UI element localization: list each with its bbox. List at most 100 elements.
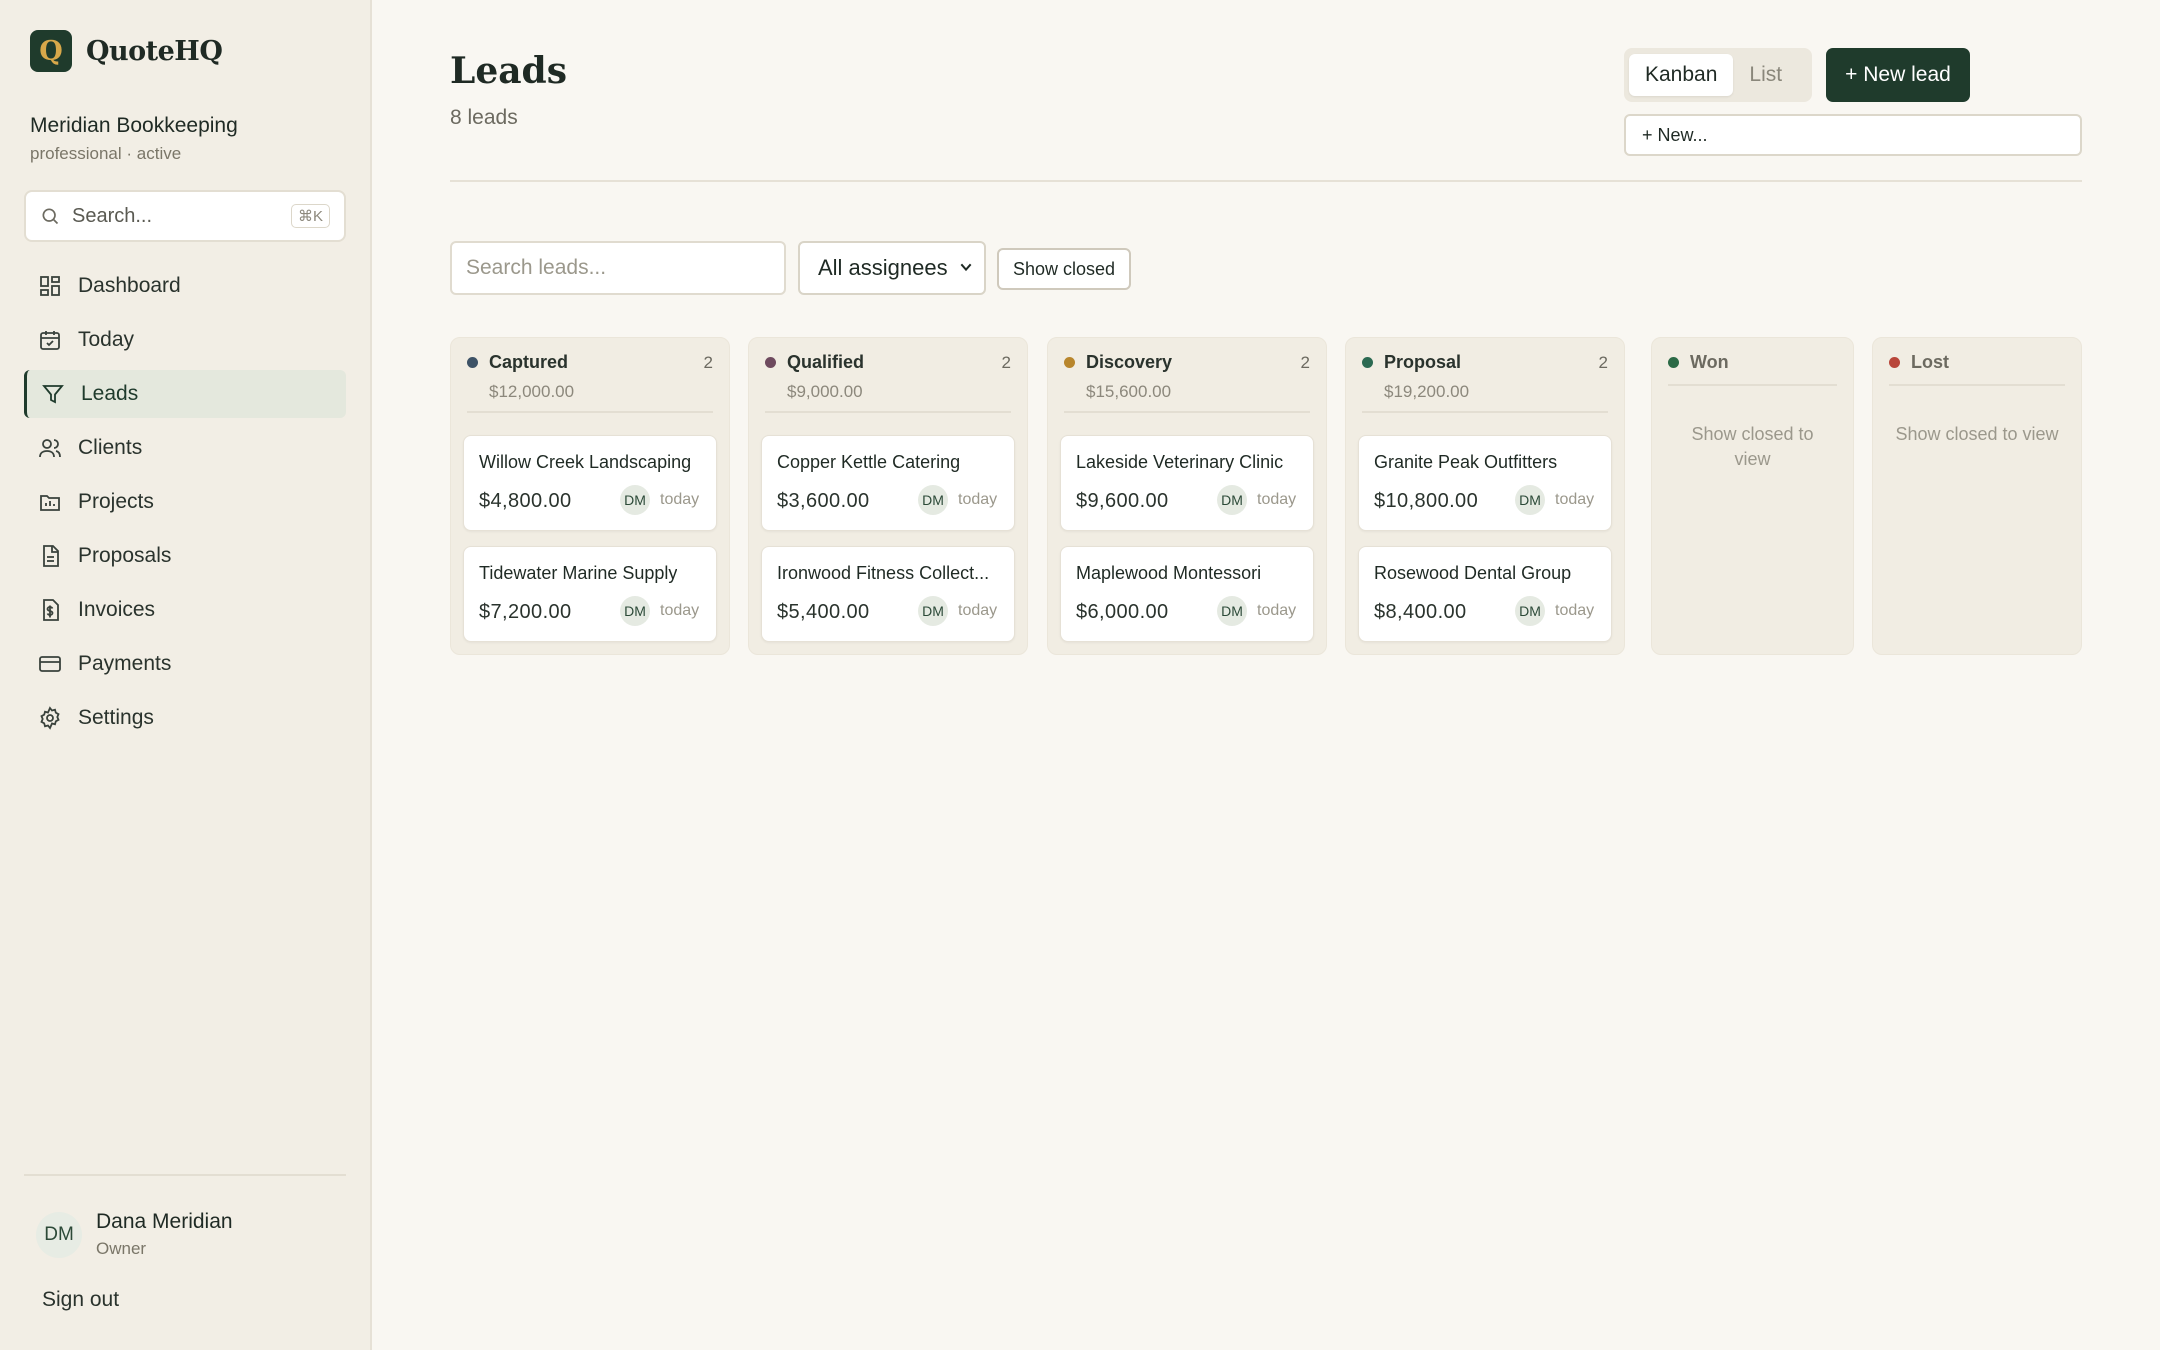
gear-icon: [40, 706, 60, 730]
column-header: Discovery 2 $15,600.00: [1064, 352, 1310, 402]
sidebar-item-settings[interactable]: Settings: [24, 694, 346, 742]
column-header: Proposal 2 $19,200.00: [1362, 352, 1608, 402]
global-search-placeholder: Search...: [72, 204, 153, 227]
sidebar-item-label: Leads: [81, 382, 139, 405]
folder-icon: [40, 495, 60, 511]
stage-dot: [1362, 357, 1373, 368]
column-lost: Lost Show closed to view: [1872, 337, 2082, 655]
lead-card[interactable]: Maplewood Montessori $6,000.00 DM today: [1060, 546, 1314, 642]
lead-timestamp: today: [1555, 491, 1595, 508]
sidebar-item-label: Settings: [78, 706, 154, 729]
lead-card[interactable]: Rosewood Dental Group $8,400.00 DM today: [1358, 546, 1612, 642]
search-shortcut: ⌘K: [290, 204, 330, 228]
closed-placeholder: Show closed to view: [1895, 424, 2059, 444]
sidebar-item-dashboard[interactable]: Dashboard: [24, 262, 346, 310]
column-header: Won: [1668, 352, 1837, 373]
column-count: 2: [1001, 352, 1011, 372]
lead-card[interactable]: Ironwood Fitness Collect... $5,400.00 DM…: [761, 546, 1015, 642]
avatar: DM: [620, 485, 650, 515]
closed-placeholder: Show closed to view: [1691, 424, 1814, 469]
sidebar-item-label: Today: [78, 328, 135, 351]
chevron-down-icon: [960, 263, 972, 272]
column-won: Won Show closed to view: [1651, 337, 1854, 655]
sidebar-item-leads[interactable]: Leads: [24, 370, 346, 418]
stage-dot: [467, 357, 478, 368]
lead-card[interactable]: Tidewater Marine Supply $7,200.00 DM tod…: [463, 546, 717, 642]
calendar-icon: [40, 331, 60, 350]
user-profile[interactable]: DM Dana Meridian Owner: [36, 1210, 233, 1259]
column-qualified: Qualified 2 $9,000.00 Copper Kettle Cate…: [748, 337, 1028, 655]
credit-card-icon: [39, 656, 61, 672]
sidebar-item-label: Clients: [78, 436, 143, 459]
brand[interactable]: Q QuoteHQ: [30, 30, 223, 72]
user-role: Owner: [96, 1239, 147, 1258]
user-name: Dana Meridian: [96, 1210, 233, 1233]
column-divider: [1889, 384, 2065, 386]
brand-logo: Q: [30, 30, 72, 72]
lead-card[interactable]: Granite Peak Outfitters $10,800.00 DM to…: [1358, 435, 1612, 531]
column-discovery: Discovery 2 $15,600.00 Lakeside Veterina…: [1047, 337, 1327, 655]
funnel-icon: [42, 385, 64, 404]
header-divider: [450, 180, 2082, 182]
sidebar-item-today[interactable]: Today: [24, 316, 346, 364]
new-lead-button[interactable]: + New lead: [1826, 48, 1970, 102]
sidebar-item-payments[interactable]: Payments: [24, 640, 346, 688]
sidebar-item-clients[interactable]: Clients: [24, 424, 346, 472]
users-icon: [39, 439, 61, 458]
lead-name: Ironwood Fitness Collect...: [777, 563, 990, 583]
column-total: $15,600.00: [1086, 382, 1172, 401]
column-header: Lost: [1889, 352, 2065, 373]
avatar: DM: [918, 596, 948, 626]
new-menu-button[interactable]: + New...: [1624, 114, 2082, 156]
column-count: 2: [1300, 352, 1310, 372]
sidebar-nav: Dashboard Today Leads Clients Projects P…: [24, 262, 346, 748]
sidebar-item-label: Projects: [78, 490, 154, 513]
lead-card[interactable]: Copper Kettle Catering $3,600.00 DM toda…: [761, 435, 1015, 531]
brand-name: QuoteHQ: [86, 35, 223, 67]
show-closed-button[interactable]: Show closed: [997, 248, 1131, 290]
avatar: DM: [1217, 596, 1247, 626]
search-icon: [42, 208, 59, 225]
invoice-icon: [43, 599, 59, 621]
avatar: DM: [36, 1211, 82, 1258]
column-total: $12,000.00: [489, 382, 575, 401]
column-header: Captured 2 $12,000.00: [467, 352, 713, 402]
column-title: Proposal: [1384, 352, 1462, 372]
lead-timestamp: today: [958, 602, 998, 619]
sidebar-item-projects[interactable]: Projects: [24, 478, 346, 526]
lead-amount: $5,400.00: [777, 601, 870, 623]
dashboard-icon: [40, 276, 60, 296]
lead-card[interactable]: Lakeside Veterinary Clinic $9,600.00 DM …: [1060, 435, 1314, 531]
lead-amount: $9,600.00: [1076, 490, 1169, 512]
lead-amount: $4,800.00: [479, 490, 572, 512]
assignee-select[interactable]: All assignees: [798, 241, 986, 295]
column-total: $9,000.00: [787, 382, 863, 401]
view-list-button[interactable]: List: [1733, 54, 1798, 96]
view-kanban-button[interactable]: Kanban: [1629, 54, 1734, 96]
lead-timestamp: today: [1257, 491, 1297, 508]
column-divider: [467, 411, 713, 413]
column-title: Lost: [1911, 352, 1949, 372]
lead-name: Maplewood Montessori: [1076, 563, 1262, 583]
sidebar-item-proposals[interactable]: Proposals: [24, 532, 346, 580]
global-search-input[interactable]: Search... ⌘K: [24, 190, 346, 242]
lead-count: 8 leads: [450, 106, 518, 129]
avatar: DM: [918, 485, 948, 515]
lead-timestamp: today: [1257, 602, 1297, 619]
lead-timestamp: today: [660, 602, 700, 619]
column-captured: Captured 2 $12,000.00 Willow Creek Lands…: [450, 337, 730, 655]
page-title: Leads: [450, 50, 567, 92]
sidebar-item-invoices[interactable]: Invoices: [24, 586, 346, 634]
column-proposal: Proposal 2 $19,200.00 Granite Peak Outfi…: [1345, 337, 1625, 655]
lead-name: Tidewater Marine Supply: [479, 563, 678, 583]
lead-amount: $8,400.00: [1374, 601, 1467, 623]
avatar: DM: [1217, 485, 1247, 515]
sign-out-link[interactable]: Sign out: [42, 1288, 119, 1312]
lead-card[interactable]: Willow Creek Landscaping $4,800.00 DM to…: [463, 435, 717, 531]
column-divider: [1064, 411, 1310, 413]
column-count: 2: [1598, 352, 1608, 372]
lead-name: Granite Peak Outfitters: [1374, 452, 1558, 472]
lead-name: Willow Creek Landscaping: [479, 452, 692, 472]
lead-search-input[interactable]: Search leads...: [450, 241, 786, 295]
user-info: Dana Meridian Owner: [96, 1210, 233, 1259]
